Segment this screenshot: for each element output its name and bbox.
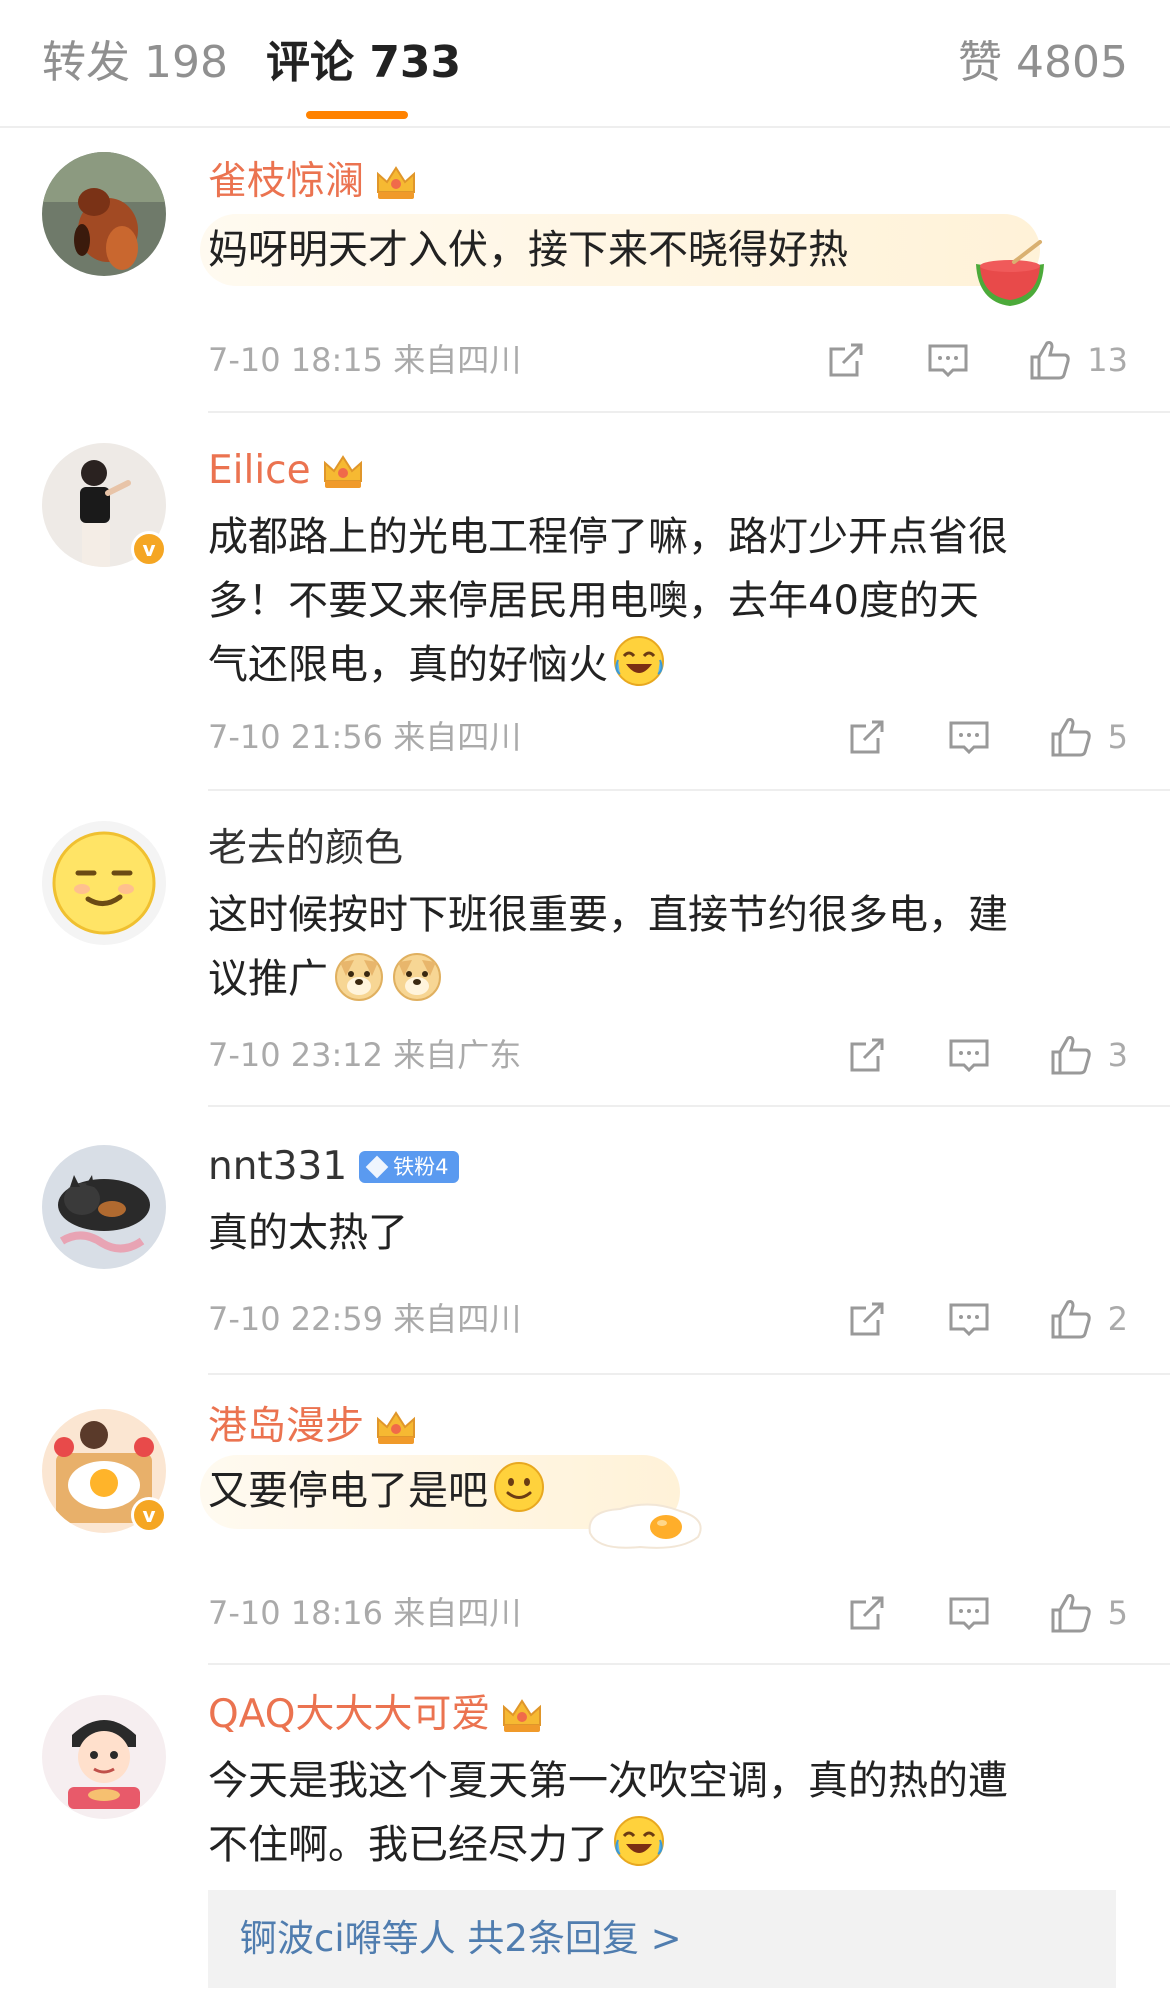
comment-text: 成都路上的光电工程停了嘛，路灯少开点省很 多！不要又来停居民用电噢，去年40度的… xyxy=(208,505,1138,697)
username[interactable]: 港岛漫步 xyxy=(208,1399,364,1455)
comment-icon[interactable] xyxy=(946,1032,992,1078)
cat-avatar[interactable] xyxy=(42,1145,166,1269)
like-count: 5 xyxy=(1107,718,1128,756)
comment-meta: 7-10 22:59 来自四川 xyxy=(208,1300,522,1338)
comment-icon[interactable] xyxy=(925,337,971,383)
like-count: 13 xyxy=(1087,341,1128,379)
share-icon[interactable] xyxy=(844,1296,890,1342)
share-icon[interactable] xyxy=(844,1032,890,1078)
comment-text-line: 这时候按时下班很重要，直接节约很多电，建 xyxy=(208,892,1008,938)
crown-icon xyxy=(374,162,418,202)
comment-text-line: 不住啊。我已经尽力了 xyxy=(208,1822,608,1868)
fried-egg-icon xyxy=(580,1493,710,1553)
reply-summary[interactable]: 锕波ci嘚等人 共2条回复 > xyxy=(208,1890,1116,1988)
share-icon[interactable] xyxy=(823,337,869,383)
watermelon-icon xyxy=(970,240,1050,310)
crown-icon xyxy=(500,1695,544,1735)
username-row: Eilice xyxy=(208,443,365,499)
comment-actions: 3 xyxy=(844,1025,1128,1085)
fan-badge-label: 铁粉4 xyxy=(393,1155,449,1179)
like-count: 2 xyxy=(1107,1300,1128,1338)
comment-tabs: 转发 198 评论 733 赞 4805 xyxy=(0,0,1170,128)
reply-summary-link[interactable]: 锕波ci嘚等人 共2条回复 > xyxy=(240,1890,682,1988)
username[interactable]: nnt331 xyxy=(208,1139,347,1195)
tab-comments[interactable]: 评论 733 xyxy=(266,32,461,94)
comment-item: v Eilice 成都路上的光电工程停了嘛，路灯少开点省很 多！不要又来停居民用… xyxy=(0,413,1170,791)
comment-actions: 5 xyxy=(844,707,1128,767)
verified-badge-icon: v xyxy=(131,531,167,567)
like-icon[interactable] xyxy=(1027,337,1073,383)
cartoon-girl-avatar[interactable] xyxy=(42,1695,166,1819)
comment-item: 老去的颜色 这时候按时下班很重要，直接节约很多电，建 议推广 7-10 23:1… xyxy=(0,791,1170,1107)
doge-emoji-icon xyxy=(332,948,386,1002)
comment-text-line: 成都路上的光电工程停了嘛，路灯少开点省很 xyxy=(208,514,1008,560)
comment-meta: 7-10 23:12 来自广东 xyxy=(208,1036,522,1074)
like-count: 5 xyxy=(1107,1594,1128,1632)
like-icon[interactable] xyxy=(1048,1296,1094,1342)
username-row: 雀枝惊澜 xyxy=(208,154,418,210)
share-icon[interactable] xyxy=(844,714,890,760)
doge-emoji-icon xyxy=(390,948,444,1002)
laugh-cry-emoji-icon xyxy=(612,1814,666,1868)
verified-badge-icon: v xyxy=(131,1497,167,1533)
smirk-emoji-avatar[interactable] xyxy=(42,821,166,945)
like-icon[interactable] xyxy=(1048,1590,1094,1636)
comment-text-line: 又要停电了是吧 xyxy=(208,1468,488,1514)
username[interactable]: 雀枝惊澜 xyxy=(208,154,364,210)
diamond-icon xyxy=(365,1155,389,1179)
comment-text-line: 多！不要又来停居民用电噢，去年40度的天 xyxy=(208,578,979,624)
comment-meta: 7-10 18:16 来自四川 xyxy=(208,1594,522,1632)
comment-icon[interactable] xyxy=(946,1296,992,1342)
like-icon[interactable] xyxy=(1048,1032,1094,1078)
comment-text-line: 气还限电，真的好恼火 xyxy=(208,633,1138,697)
username-row: 港岛漫步 xyxy=(208,1399,418,1455)
comment-text-line: 议推广 xyxy=(208,947,1138,1011)
comment-meta: 7-10 18:15 来自四川 xyxy=(208,341,522,379)
like-icon[interactable] xyxy=(1048,714,1094,760)
comment-item: v 港岛漫步 又要停电了是吧 7-10 18:16 来自四川 5 xyxy=(0,1375,1170,1665)
username[interactable]: Eilice xyxy=(208,443,311,499)
comment-text-line: 不住啊。我已经尽力了 xyxy=(208,1813,1138,1877)
comment-text: 今天是我这个夏天第一次吹空调，真的热的遭 不住啊。我已经尽力了 xyxy=(208,1749,1138,1877)
username[interactable]: QAQ大大大可爱 xyxy=(208,1687,490,1743)
tab-repost[interactable]: 转发 198 xyxy=(42,32,228,94)
red-panda-avatar[interactable] xyxy=(42,152,166,276)
username-row: 老去的颜色 xyxy=(208,821,403,877)
laugh-cry-emoji-icon xyxy=(612,634,666,688)
comment-icon[interactable] xyxy=(946,1590,992,1636)
comment-item: nnt331 铁粉4 真的太热了 7-10 22:59 来自四川 2 xyxy=(0,1107,1170,1375)
comment-actions: 2 xyxy=(844,1289,1128,1349)
comment-text: 这时候按时下班很重要，直接节约很多电，建 议推广 xyxy=(208,883,1138,1011)
share-icon[interactable] xyxy=(844,1590,890,1636)
comment-actions: 5 xyxy=(844,1583,1128,1643)
comment-item: 雀枝惊澜 妈呀明天才入伏，接下来不晓得好热 7-10 18:15 来自四川 13 xyxy=(0,130,1170,413)
username-row: QAQ大大大可爱 xyxy=(208,1687,544,1743)
crown-icon xyxy=(374,1407,418,1447)
fan-badge: 铁粉4 xyxy=(359,1151,459,1183)
crown-icon xyxy=(321,451,365,491)
comment-icon[interactable] xyxy=(946,714,992,760)
username[interactable]: 老去的颜色 xyxy=(208,821,403,877)
comment-text-line: 议推广 xyxy=(208,956,328,1002)
like-count: 3 xyxy=(1107,1036,1128,1074)
comment-text-line: 气还限电，真的好恼火 xyxy=(208,642,608,688)
comment-meta: 7-10 21:56 来自四川 xyxy=(208,718,522,756)
username-row: nnt331 铁粉4 xyxy=(208,1139,459,1195)
tab-likes[interactable]: 赞 4805 xyxy=(958,32,1128,94)
smile-emoji-icon xyxy=(492,1460,546,1514)
comment-text: 真的太热了 xyxy=(208,1210,408,1256)
comment-actions: 13 xyxy=(823,330,1128,390)
active-tab-indicator xyxy=(306,111,408,119)
comment-text-line: 今天是我这个夏天第一次吹空调，真的热的遭 xyxy=(208,1758,1008,1804)
